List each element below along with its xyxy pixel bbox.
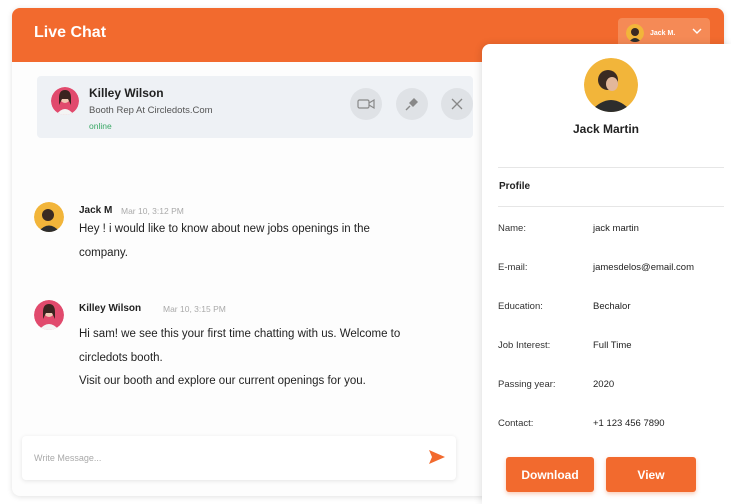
message-composer	[22, 436, 456, 480]
message-line: company.	[79, 247, 129, 259]
chevron-down-icon	[692, 28, 702, 34]
sender-avatar	[34, 202, 64, 232]
message-line: Visit our booth and explore our current …	[79, 375, 366, 387]
field-value: Bechalor	[593, 301, 631, 312]
pin-button[interactable]	[396, 88, 428, 120]
message-time: Mar 10, 3:15 PM	[163, 304, 226, 314]
video-call-button[interactable]	[350, 88, 382, 120]
field-label: Passing year:	[498, 379, 556, 390]
field-value: jack martin	[593, 223, 639, 234]
user-avatar	[626, 24, 644, 42]
field-value: +1 123 456 7890	[593, 418, 665, 429]
video-camera-icon	[357, 98, 375, 110]
contact-card: Killey Wilson Booth Rep At Circledots.Co…	[37, 76, 473, 138]
field-value: Full Time	[593, 340, 632, 351]
download-button[interactable]: Download	[506, 457, 594, 492]
user-menu-label: Jack M.	[650, 29, 676, 37]
field-label: Education:	[498, 301, 543, 312]
status-badge: online	[89, 121, 112, 131]
close-chat-button[interactable]	[441, 88, 473, 120]
message-line: Hey ! i would like to know about new job…	[79, 223, 370, 235]
message-sender: Jack M	[79, 205, 113, 216]
field-label: Contact:	[498, 418, 534, 429]
contact-name: Killey Wilson	[89, 86, 164, 100]
message-line: circledots booth.	[79, 352, 163, 364]
send-button[interactable]	[428, 449, 446, 470]
profile-name: Jack Martin	[572, 122, 640, 136]
pin-icon	[405, 98, 418, 111]
field-label: E-mail:	[498, 262, 528, 273]
profile-panel: Jack Martin Profile Name: jack martin E-…	[482, 44, 731, 504]
divider	[498, 206, 724, 207]
profile-avatar	[584, 58, 638, 112]
view-button[interactable]: View	[606, 457, 696, 492]
profile-heading: Profile	[499, 181, 531, 192]
message-line: Hi sam! we see this your first time chat…	[79, 328, 401, 340]
sender-avatar	[34, 300, 64, 330]
send-icon	[429, 450, 445, 464]
message-time: Mar 10, 3:12 PM	[121, 206, 184, 216]
message-sender: Killey Wilson	[79, 303, 142, 314]
field-label: Job Interest:	[498, 340, 551, 351]
field-label: Name:	[498, 223, 526, 234]
close-icon	[451, 98, 463, 110]
contact-role: Booth Rep At Circledots.Com	[89, 105, 213, 116]
page-title: Live Chat	[34, 24, 107, 41]
message-input[interactable]	[34, 446, 414, 470]
divider	[498, 167, 724, 168]
field-value: jamesdelos@email.com	[593, 262, 694, 273]
field-value: 2020	[593, 379, 615, 390]
contact-avatar	[51, 87, 79, 115]
